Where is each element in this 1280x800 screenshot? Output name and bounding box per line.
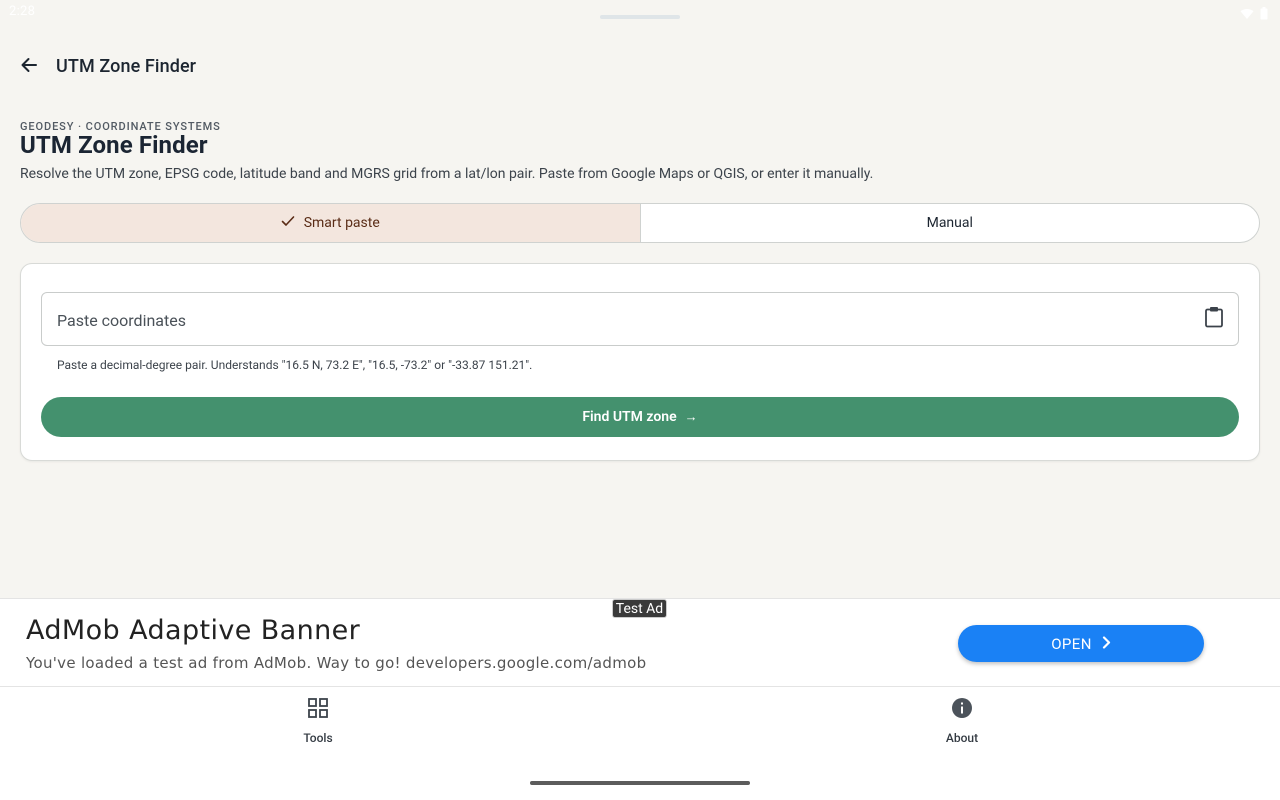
- status-time: 2:28: [9, 4, 36, 19]
- ad-banner[interactable]: Test Ad AdMob Adaptive Banner You've loa…: [0, 598, 1280, 687]
- wifi-icon: [1240, 5, 1254, 24]
- drag-handle: [600, 15, 680, 19]
- test-ad-badge: Test Ad: [612, 599, 667, 618]
- arrow-left-icon: [19, 55, 39, 79]
- input-helper-text: Paste a decimal-degree pair. Understands…: [57, 358, 533, 372]
- ad-open-button[interactable]: OPEN: [958, 625, 1204, 662]
- info-icon: [951, 697, 973, 723]
- coordinate-input-card: Paste coordinates Paste a decimal-degree…: [20, 263, 1260, 461]
- top-app-bar: UTM Zone Finder: [0, 44, 1280, 92]
- find-button-label: Find UTM zone: [582, 409, 677, 425]
- page-title: UTM Zone Finder: [20, 131, 208, 159]
- clipboard-icon: [1204, 306, 1224, 332]
- ad-subtitle: You've loaded a test ad from AdMob. Way …: [26, 654, 647, 672]
- page-description: Resolve the UTM zone, EPSG code, latitud…: [20, 166, 874, 182]
- input-mode-toggle: Smart paste Manual: [20, 203, 1260, 243]
- status-icons: [1240, 5, 1268, 24]
- home-indicator[interactable]: [530, 781, 750, 785]
- check-icon: [281, 215, 304, 231]
- tab-manual-label: Manual: [926, 215, 973, 231]
- nav-item-tools-label: Tools: [303, 731, 333, 745]
- nav-item-tools[interactable]: Tools: [258, 697, 378, 757]
- find-utm-zone-button[interactable]: Find UTM zone →: [41, 397, 1239, 437]
- tab-smart-paste-label: Smart paste: [303, 215, 380, 231]
- grid-icon: [307, 697, 329, 723]
- coordinates-input-placeholder: Paste coordinates: [57, 311, 186, 330]
- app-bar-title: UTM Zone Finder: [56, 56, 197, 77]
- battery-icon: [1260, 5, 1268, 24]
- arrow-right-icon: →: [684, 410, 698, 425]
- paste-from-clipboard-button[interactable]: [1200, 305, 1228, 333]
- back-button[interactable]: [12, 50, 46, 84]
- ad-title: AdMob Adaptive Banner: [26, 615, 361, 646]
- tab-smart-paste[interactable]: Smart paste: [21, 204, 641, 242]
- status-bar: 2:28: [0, 0, 1280, 26]
- nav-item-about-label: About: [945, 731, 979, 745]
- tab-manual[interactable]: Manual: [641, 204, 1260, 242]
- chevron-right-icon: [1092, 635, 1111, 653]
- nav-item-about[interactable]: About: [902, 697, 1022, 757]
- ad-open-label: OPEN: [1051, 634, 1092, 653]
- coordinates-input[interactable]: Paste coordinates: [41, 292, 1239, 346]
